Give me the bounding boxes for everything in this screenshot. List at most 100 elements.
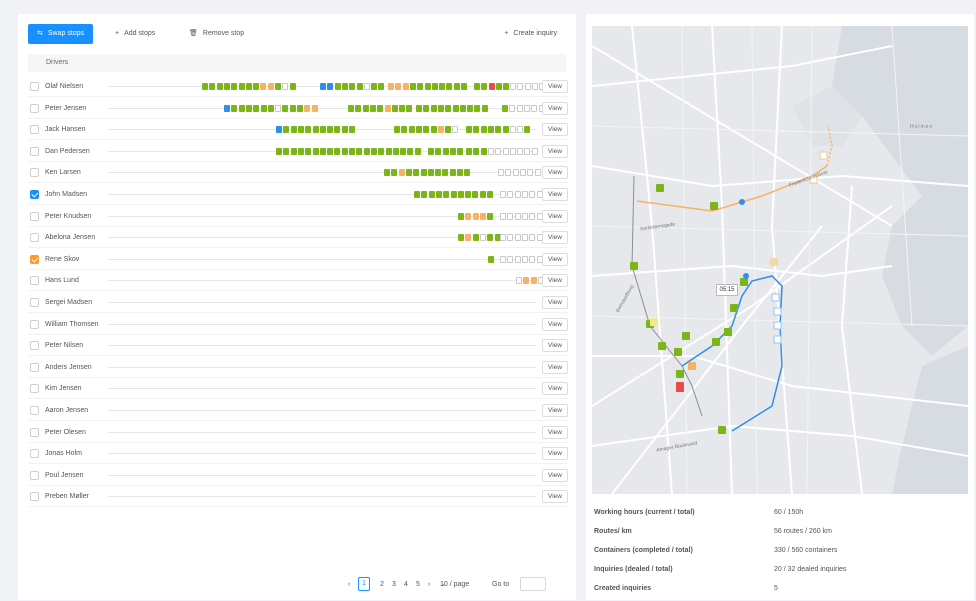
stop-block[interactable] [401, 126, 408, 134]
stop-block[interactable] [524, 147, 531, 155]
stop-block[interactable] [461, 83, 467, 90]
stop-block[interactable] [449, 147, 456, 155]
stop-block[interactable] [267, 83, 274, 90]
stop-block[interactable] [487, 212, 494, 220]
stop-block[interactable] [253, 104, 260, 112]
driver-row[interactable]: William Thomsen View [28, 314, 568, 335]
stop-block[interactable] [283, 147, 290, 155]
stop-block[interactable] [474, 104, 481, 112]
stop-block[interactable] [378, 83, 385, 90]
stop-block[interactable] [384, 104, 391, 112]
stop-block[interactable] [479, 212, 486, 220]
stop-block[interactable] [500, 212, 506, 220]
stop-block[interactable] [223, 83, 230, 90]
view-button[interactable]: View [542, 209, 568, 223]
stop-block[interactable] [334, 147, 341, 155]
stop-block[interactable] [231, 83, 238, 90]
stop-block[interactable] [428, 191, 435, 198]
stop-block[interactable] [334, 83, 341, 90]
driver-row[interactable]: Peter Jensen View [28, 98, 568, 119]
stop-block[interactable] [443, 191, 450, 198]
stop-block[interactable] [514, 234, 521, 242]
stop-block[interactable] [439, 83, 446, 90]
view-button[interactable]: View [542, 80, 568, 93]
stop-block[interactable] [509, 126, 516, 134]
driver-row[interactable]: Kim Jensen View [28, 378, 568, 400]
stop-block[interactable] [260, 104, 267, 112]
stop-block[interactable] [430, 104, 437, 112]
stop-block[interactable] [349, 147, 355, 155]
view-button[interactable]: View [542, 425, 568, 439]
stop-block[interactable] [282, 104, 289, 112]
driver-row[interactable]: Rene Skov View [28, 249, 568, 270]
create-inquiry-button[interactable]: + Create inquiry [495, 24, 566, 44]
stop-block[interactable] [384, 169, 390, 177]
view-button[interactable]: View [542, 490, 568, 504]
stop-block[interactable] [341, 147, 348, 155]
stop-block[interactable] [531, 83, 538, 90]
stop-block[interactable] [209, 83, 216, 90]
stop-block[interactable] [290, 126, 297, 134]
stop-block[interactable] [445, 126, 452, 134]
stop-block[interactable] [529, 191, 536, 198]
stop-block[interactable] [519, 169, 526, 177]
stop-block[interactable] [487, 147, 494, 155]
stop-block[interactable] [473, 147, 480, 155]
stop-block[interactable] [402, 83, 409, 90]
stop-block[interactable] [516, 104, 523, 112]
view-button[interactable]: View [542, 468, 568, 482]
driver-row[interactable]: Aaron Jensen View [28, 400, 568, 421]
stop-block[interactable] [512, 169, 519, 177]
stop-block[interactable] [289, 83, 296, 90]
stop-block[interactable] [487, 191, 493, 198]
stop-block[interactable] [409, 83, 416, 90]
stop-block[interactable] [521, 234, 528, 242]
stop-block[interactable] [275, 83, 281, 90]
stop-block[interactable] [398, 169, 405, 177]
stop-block[interactable] [377, 104, 384, 112]
stop-block[interactable] [202, 83, 208, 90]
stop-block[interactable] [505, 169, 512, 177]
stop-block[interactable] [400, 147, 407, 155]
stop-block[interactable] [523, 104, 530, 112]
stop-block[interactable] [304, 104, 311, 112]
stop-block[interactable] [216, 83, 223, 90]
view-button[interactable]: View [542, 296, 568, 309]
stop-block[interactable] [363, 83, 370, 90]
stop-block[interactable] [355, 104, 362, 112]
stop-block[interactable] [413, 169, 420, 177]
stop-block[interactable] [394, 126, 400, 134]
stop-block[interactable] [341, 83, 348, 90]
stop-block[interactable] [276, 147, 282, 155]
driver-row[interactable]: Poul Jensen View [28, 465, 568, 486]
stop-block[interactable] [423, 126, 430, 134]
stop-block[interactable] [231, 104, 238, 112]
stop-block[interactable] [407, 147, 414, 155]
stop-block[interactable] [224, 104, 230, 112]
stop-block[interactable] [480, 147, 487, 155]
stop-block[interactable] [517, 126, 524, 134]
driver-row[interactable]: Peter Knudsen View [28, 206, 568, 227]
stop-block[interactable] [405, 169, 412, 177]
stop-block[interactable] [502, 126, 509, 134]
stop-block[interactable] [516, 277, 522, 285]
stop-block[interactable] [452, 126, 459, 134]
stop-block[interactable] [474, 83, 480, 90]
stop-block[interactable] [530, 277, 537, 285]
stop-block[interactable] [297, 104, 303, 112]
stop-block[interactable] [406, 104, 413, 112]
stop-block[interactable] [507, 191, 514, 198]
stop-block[interactable] [428, 147, 434, 155]
stop-block[interactable] [388, 83, 394, 90]
driver-row[interactable]: Olaf Nielsen View [28, 76, 568, 97]
stop-block[interactable] [452, 104, 459, 112]
view-button[interactable]: View [542, 360, 568, 374]
stop-block[interactable] [481, 83, 488, 90]
remove-stop-button[interactable]: 🗑 Remove stop [180, 24, 254, 44]
stop-block[interactable] [466, 126, 472, 134]
stop-block[interactable] [348, 104, 354, 112]
driver-row[interactable]: Sergei Madsen View [28, 292, 568, 313]
stop-block[interactable] [507, 255, 514, 263]
driver-row[interactable]: Peter Nilsen View [28, 335, 568, 357]
page-5-button[interactable]: 5 [416, 577, 420, 593]
